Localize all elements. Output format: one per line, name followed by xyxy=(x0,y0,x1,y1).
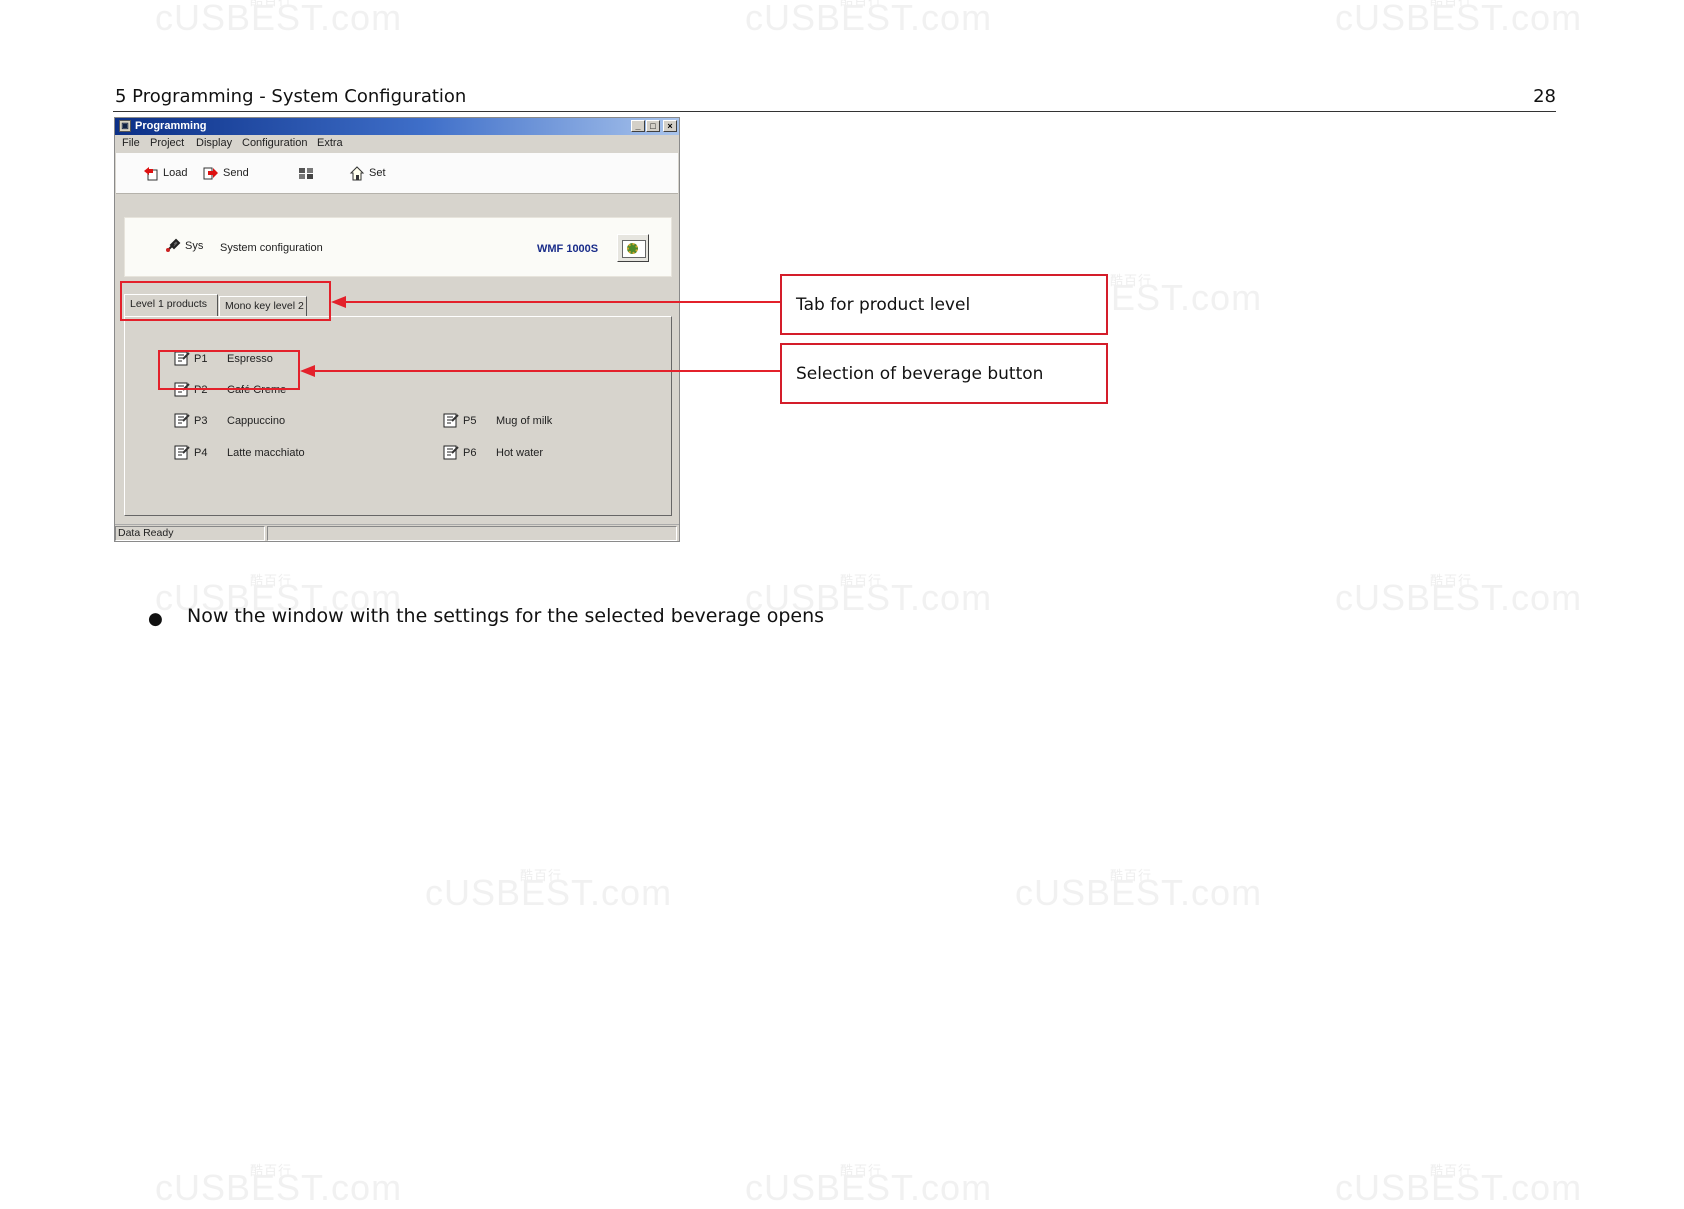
callout-text: Selection of beverage button xyxy=(796,363,1044,384)
callout-text: Tab for product level xyxy=(796,294,971,315)
annotation-arrows xyxy=(300,296,781,377)
beverage-arrowhead xyxy=(300,365,315,377)
bullet-icon: ● xyxy=(148,609,163,629)
bullet-text: Now the window with the settings for the… xyxy=(187,605,825,627)
callout-beverage-selection: Selection of beverage button xyxy=(780,343,1108,404)
tab-arrowhead xyxy=(331,296,346,308)
callout-tab-product-level: Tab for product level xyxy=(780,274,1108,335)
